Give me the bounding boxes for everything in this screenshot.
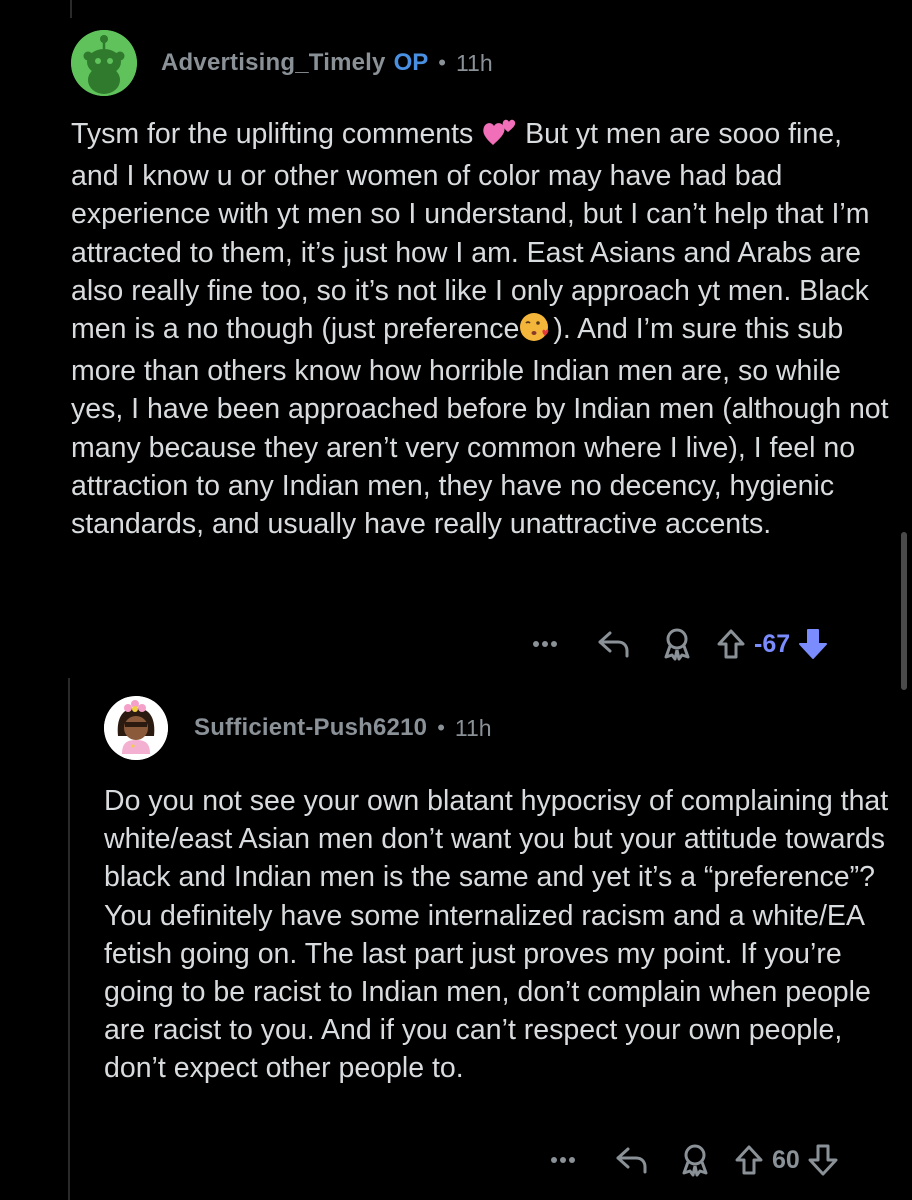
timestamp: 11h: [454, 714, 492, 741]
reply-icon[interactable]: [614, 1145, 648, 1175]
downvote-icon[interactable]: [796, 627, 830, 661]
separator-dot: •: [437, 715, 445, 740]
upvote-icon[interactable]: [714, 628, 748, 660]
two-hearts-emoji: [481, 117, 517, 157]
action-bar: 60: [548, 1140, 840, 1180]
separator-dot: •: [438, 50, 446, 75]
upvote-icon[interactable]: [732, 1144, 766, 1176]
op-badge: OP: [393, 49, 429, 76]
vote-score: 60: [772, 1145, 800, 1174]
downvote-icon[interactable]: [806, 1143, 840, 1177]
more-options-icon[interactable]: [530, 640, 560, 648]
username[interactable]: Advertising_Timely: [161, 49, 386, 77]
reply-icon[interactable]: [596, 629, 630, 659]
kissing-heart-emoji: [519, 310, 553, 352]
comment-text: But yt men are sooo fine, and I know u o…: [71, 118, 870, 346]
comment-text: Do you not see your own blatant hypocris…: [104, 785, 889, 1085]
comment-text: Tysm for the uplifting comments: [71, 118, 482, 150]
comment-header: Advertising_Timely OP • 11h: [71, 30, 493, 96]
award-icon[interactable]: [678, 1143, 712, 1177]
comment-body: Do you not see your own blatant hypocris…: [104, 782, 894, 1088]
action-bar: -67: [530, 624, 830, 664]
comment-header: Sufficient-Push6210 • 11h: [104, 696, 492, 760]
award-icon[interactable]: [660, 627, 694, 661]
comment-text: ). And I’m sure this sub more than other…: [71, 313, 889, 541]
comment-body: Tysm for the uplifting comments But yt m…: [71, 115, 891, 543]
thread-line-reply: [68, 678, 70, 1200]
scrollbar[interactable]: [901, 532, 907, 690]
vote-score: -67: [754, 629, 791, 658]
avatar[interactable]: [71, 30, 137, 96]
avatar[interactable]: [104, 696, 168, 760]
username[interactable]: Sufficient-Push6210: [194, 714, 427, 742]
more-options-icon[interactable]: [548, 1156, 578, 1164]
snoo-avatar-icon: [71, 30, 137, 96]
timestamp: 11h: [455, 49, 493, 76]
thread-line-top: [70, 0, 72, 18]
user-avatar-icon: [104, 696, 168, 760]
